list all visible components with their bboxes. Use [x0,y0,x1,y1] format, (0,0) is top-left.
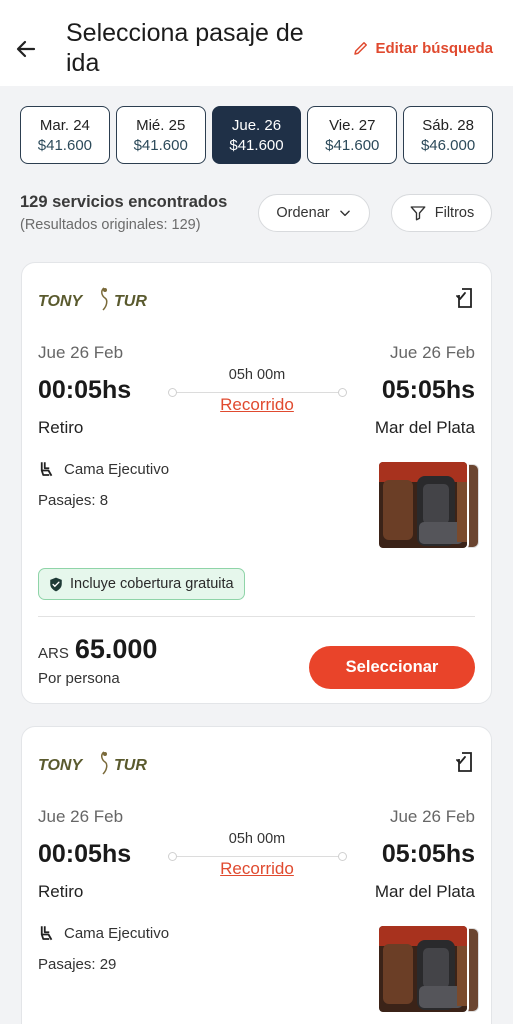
date-chip-day: Sáb. 28 [422,116,474,134]
departure-date: Jue 26 Feb [38,807,124,826]
route-end-dot [338,388,347,397]
date-chip-day: Vie. 27 [329,116,376,134]
destination-city: Mar del Plata [374,882,475,901]
seats-available: Pasajes: 8 [38,492,109,509]
arrow-left-icon [16,40,36,58]
seat-icon [40,926,53,941]
seat-type-label: Cama Ejecutivo [64,460,170,478]
results-count: 129 servicios encontrados [20,193,228,211]
trip-card[interactable]: TONY TUR Jue 26 Feb Jue 26 Feb 00:05hs 0… [21,726,492,1024]
bus-seat-photo [377,460,469,550]
coverage-badge-label: Incluye cobertura gratuita [70,576,234,592]
date-chip[interactable]: Vie. 27 $41.600 [307,106,398,164]
select-button[interactable]: Seleccionar [309,646,475,689]
trip-duration: 05h 00m [228,367,286,383]
operator-logo: TONY TUR [38,285,166,315]
operator-logo-text-1: TONY [38,293,83,310]
arrival-date: Jue 26 Feb [389,807,475,826]
date-chip-day: Jue. 26 [231,116,282,134]
operator-logo: TONY TUR [38,749,166,779]
chevron-down-icon [339,210,350,217]
filter-icon [410,206,426,221]
date-chip-price: $46.000 [420,136,476,154]
route-line [172,856,342,857]
departure-date: Jue 26 Feb [38,343,124,362]
date-chip-price: $41.600 [133,136,188,154]
arrival-time: 05:05hs [381,376,475,404]
date-chip[interactable]: Mar. 24 $41.600 [20,106,110,164]
destination-city: Mar del Plata [374,418,475,437]
date-chip-day: Mié. 25 [136,116,186,134]
date-selector: Mar. 24 $41.600 Mié. 25 $41.600 Jue. 26 … [20,106,493,164]
bus-photos[interactable] [377,460,481,552]
seat-type-label: Cama Ejecutivo [64,924,170,942]
origin-city: Retiro [38,882,84,901]
route-line [172,392,342,393]
ticket-mobile-icon[interactable] [455,751,475,773]
app-header: Selecciona pasaje de ida Editar búsqueda [0,0,513,86]
arrival-time: 05:05hs [381,840,475,868]
original-results: (Resultados originales: 129) [20,217,201,233]
price-per-person: Por persona [38,670,120,687]
bus-photos[interactable] [377,924,481,1016]
route-link[interactable]: Recorrido [177,395,337,415]
date-chip[interactable]: Mié. 25 $41.600 [115,106,206,164]
operator-logo-text-2: TUR [114,757,147,774]
date-chip-selected[interactable]: Jue. 26 $41.600 [211,106,302,164]
departure-time: 00:05hs [38,376,132,404]
page-title: Selecciona pasaje de ida [66,19,304,77]
pencil-icon [354,42,368,55]
price: ARS 65.000 [38,634,157,665]
operator-logo-text-2: TUR [114,293,147,310]
arrival-date: Jue 26 Feb [389,343,475,362]
trip-card[interactable]: TONY TUR Jue 26 Feb Jue 26 Feb 00:05hs 0… [21,262,492,704]
sort-button[interactable]: Ordenar [258,194,370,232]
seat-type: Cama Ejecutivo [38,460,169,478]
operator-logo-text-1: TONY [38,757,83,774]
card-divider [38,616,475,617]
seat-icon [40,462,53,477]
bus-seat-photo [377,924,469,1014]
date-chip-price: $41.600 [37,136,93,154]
origin-city: Retiro [38,418,84,437]
filter-label: Filtros [434,205,475,221]
filter-button[interactable]: Filtros [391,194,492,232]
date-chip-price: $41.600 [325,136,380,154]
route-end-dot [338,852,347,861]
date-chip-price: $41.600 [229,136,284,154]
shield-check-icon [50,577,62,591]
coverage-badge: Incluye cobertura gratuita [38,568,245,600]
date-chip[interactable]: Sáb. 28 $46.000 [403,106,493,164]
edit-search-label: Editar búsqueda [375,39,493,57]
price-amount: 65.000 [74,634,158,664]
departure-time: 00:05hs [38,840,132,868]
sort-label: Ordenar [276,205,330,221]
route-start-dot [168,852,177,861]
trip-duration: 05h 00m [228,831,286,847]
seats-available: Pasajes: 29 [38,956,117,973]
edit-search-link[interactable]: Editar búsqueda [352,39,493,57]
ticket-mobile-icon[interactable] [455,287,475,309]
route-start-dot [168,388,177,397]
back-button[interactable] [10,33,42,65]
seat-type: Cama Ejecutivo [38,924,169,942]
date-chip-day: Mar. 24 [39,116,90,134]
route-link[interactable]: Recorrido [177,859,337,879]
price-currency: ARS [38,645,69,662]
